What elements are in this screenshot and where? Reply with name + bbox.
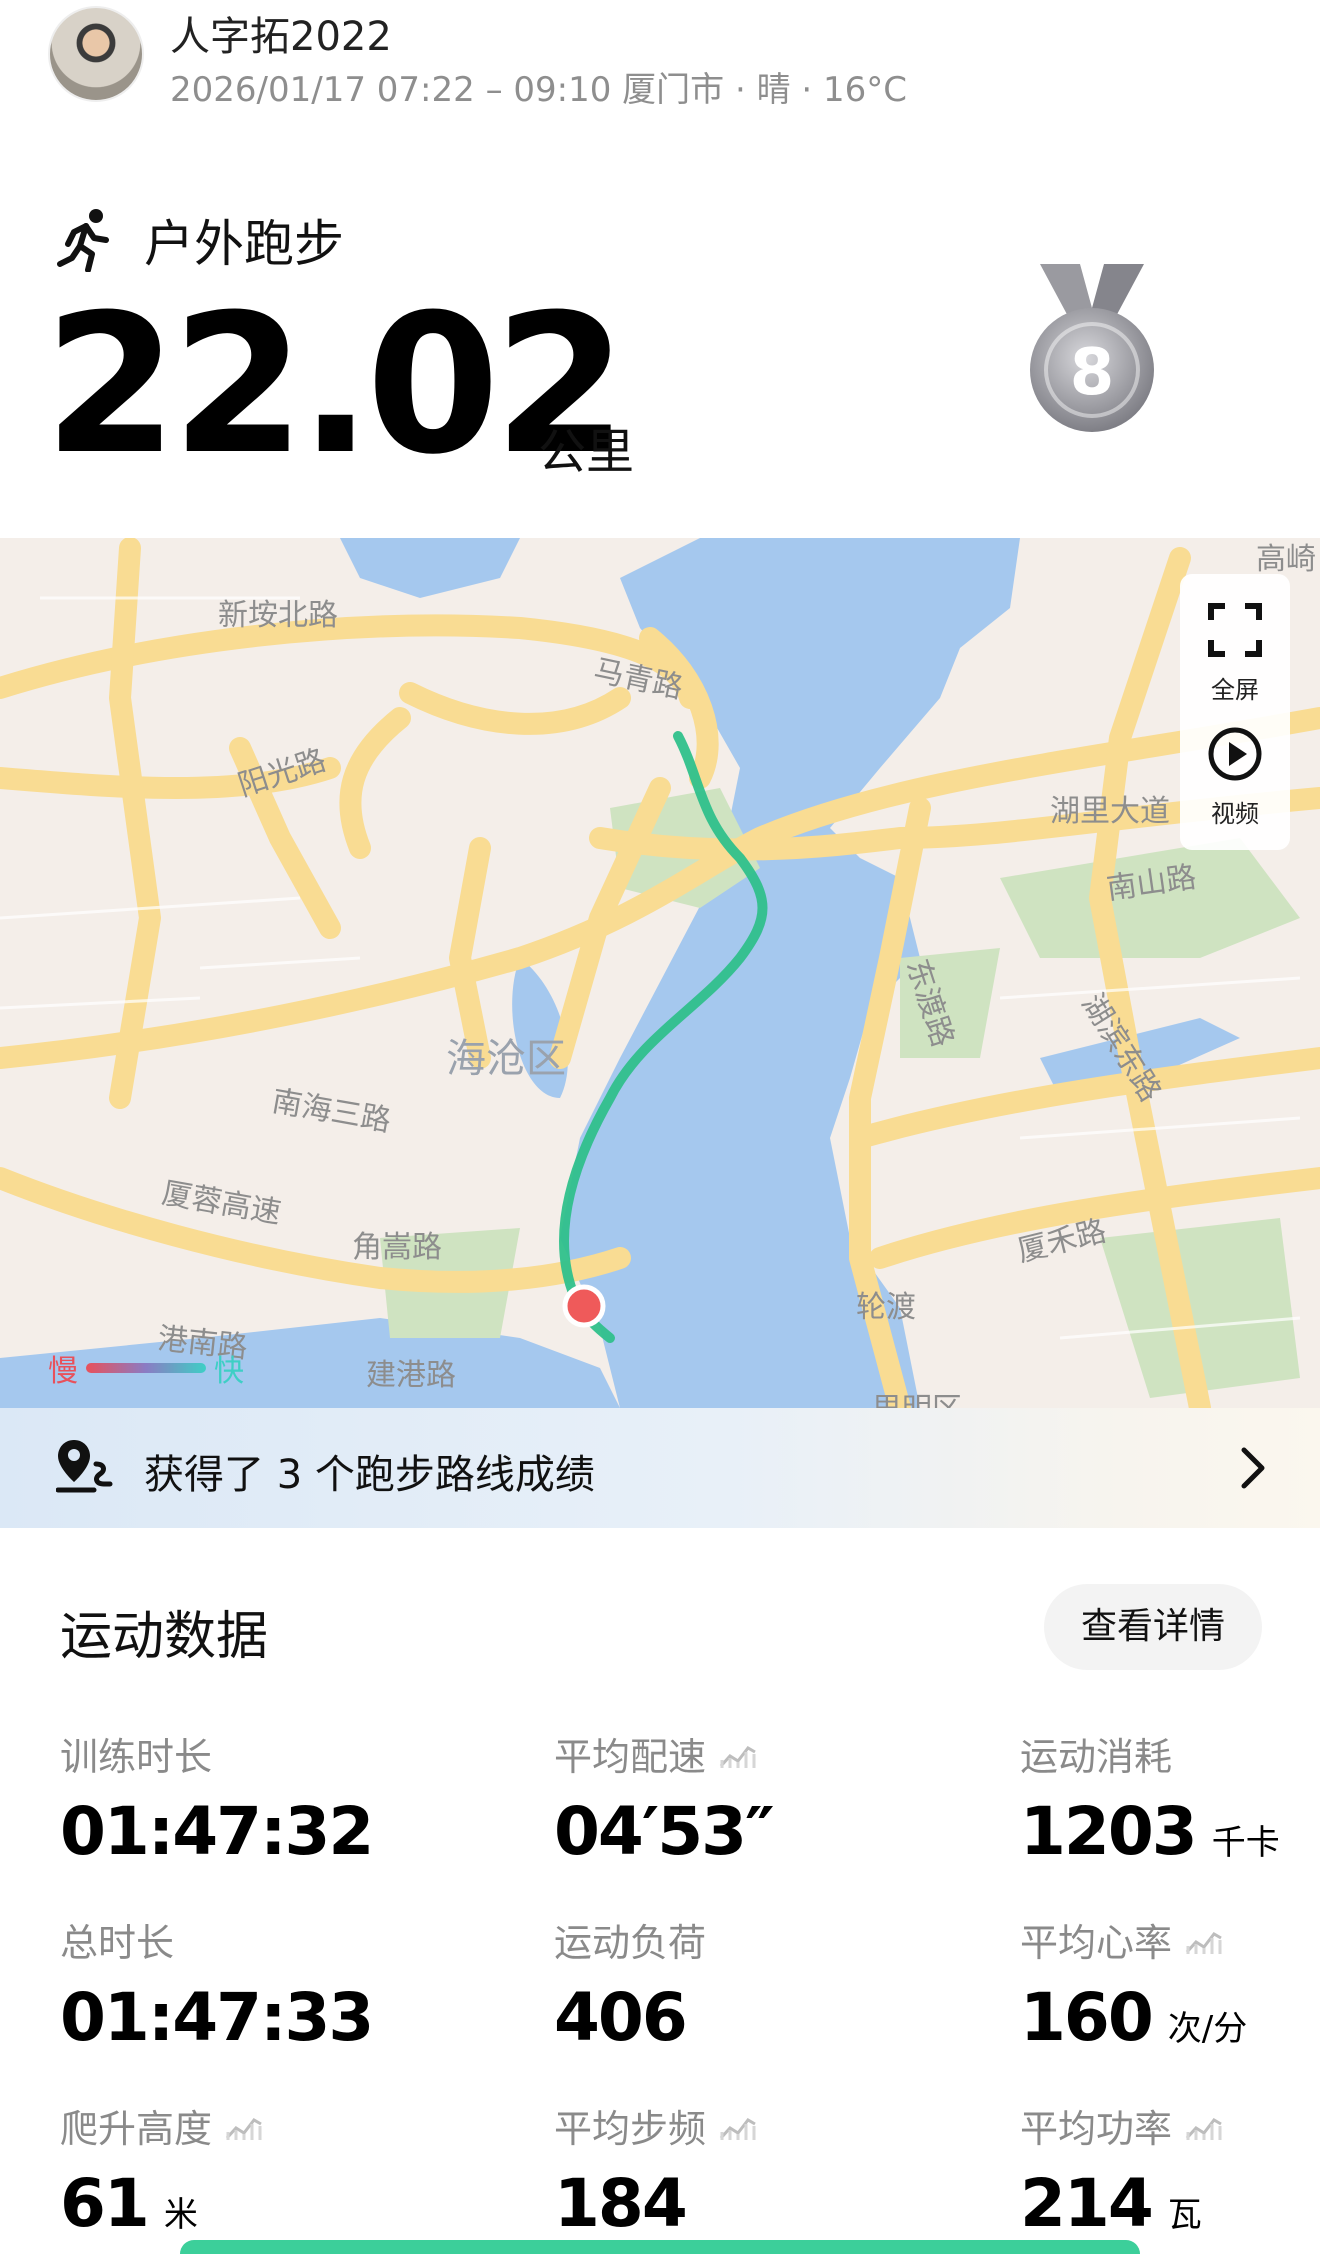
map-district-label: 海沧区 <box>446 1036 566 1082</box>
play-icon <box>1208 727 1262 781</box>
map-label: 湖里大道 <box>1050 794 1170 829</box>
fullscreen-label: 全屏 <box>1211 676 1259 704</box>
stat-value: 04′53″ <box>554 1793 775 1870</box>
map-label: 角嵩路 <box>352 1230 442 1265</box>
stat-value: 1203 千卡 <box>1020 1793 1280 1870</box>
avatar[interactable] <box>48 6 144 102</box>
trend-icon <box>719 1745 756 1768</box>
medal-number: 8 <box>1070 336 1115 410</box>
section-title: 运动数据 <box>60 1607 269 1667</box>
username: 人字拓2022 <box>170 14 392 60</box>
stat-label: 总时长 <box>60 1921 175 1965</box>
achievement-text: 获得了 3 个跑步路线成绩 <box>144 1452 595 1498</box>
stat-unit: 米 <box>163 2195 198 2235</box>
trend-icon <box>1185 2117 1222 2140</box>
activity-type: 户外跑步 <box>144 215 344 273</box>
legend-gradient <box>86 1363 206 1373</box>
activity-type-row: 户外跑步 <box>56 205 344 275</box>
stat-value: 214 瓦 <box>1020 2165 1202 2242</box>
route-pin-icon <box>56 1440 113 1493</box>
legend-slow: 慢 <box>48 1354 78 1389</box>
activity-meta: 2026/01/17 07:22 – 09:10 厦门市 · 晴 · 16°C <box>170 70 908 110</box>
stat-label: 平均配速 <box>554 1726 773 1781</box>
trend-icon <box>719 2117 756 2140</box>
stat-label: 爬升高度 <box>60 2098 264 2153</box>
stat-avg-pace[interactable]: 平均配速 04′53″ <box>554 1726 775 1870</box>
video-button[interactable]: 视频 <box>1180 704 1290 834</box>
stat-training-duration: 训练时长 01:47:32 <box>60 1726 374 1870</box>
trend-icon <box>225 2117 262 2140</box>
stat-unit: 千卡 <box>1211 1823 1280 1863</box>
header: 人字拓2022 2026/01/17 07:22 – 09:10 厦门市 · 晴… <box>0 0 1320 130</box>
stat-value: 01:47:32 <box>60 1793 374 1870</box>
route-map[interactable]: 新垵北路 马青路 阳光路 湖里大道 南山路 海沧区 南海三路 东渡路 湖滨东路 … <box>0 538 1320 1408</box>
map-label: 建港路 <box>366 1358 456 1393</box>
distance-unit: 公里 <box>538 424 635 480</box>
map-district-label: 思明区 <box>872 1384 962 1408</box>
view-details-button[interactable]: 查看详情 <box>1044 1584 1262 1670</box>
stat-label: 平均步频 <box>554 2098 758 2153</box>
map-label: 新垵北路 <box>218 598 338 633</box>
stat-label: 训练时长 <box>60 1735 213 1779</box>
map-controls: 全屏 视频 <box>1180 574 1290 850</box>
stat-label: 运动负荷 <box>554 1921 707 1965</box>
map-label: 高崎 <box>1256 542 1316 577</box>
legend-fast: 快 <box>214 1354 244 1389</box>
stat-calories: 运动消耗 1203 千卡 <box>1020 1726 1280 1870</box>
stat-value: 61 米 <box>60 2165 198 2242</box>
stat-label: 平均心率 <box>1020 1912 1247 1967</box>
chevron-right-icon <box>1241 1447 1265 1489</box>
medal-icon[interactable]: 8 <box>1022 258 1162 438</box>
stat-value: 160 次/分 <box>1020 1979 1248 2056</box>
fullscreen-icon <box>1208 603 1262 657</box>
bottom-action-bar[interactable] <box>180 2240 1140 2254</box>
stat-label: 平均功率 <box>1020 2098 1224 2153</box>
trend-icon <box>1185 1931 1222 1954</box>
pace-legend: 慢 快 <box>48 1346 244 1390</box>
stat-value: 184 <box>554 2165 688 2242</box>
stat-unit: 瓦 <box>1167 2195 1202 2235</box>
route-achievement-banner[interactable]: 获得了 3 个跑步路线成绩 <box>0 1408 1320 1528</box>
map-label: 轮渡 <box>856 1290 916 1325</box>
stat-unit: 次/分 <box>1167 2009 1248 2049</box>
stat-avg-cadence[interactable]: 平均步频 184 <box>554 2098 758 2242</box>
stat-label: 运动消耗 <box>1020 1735 1173 1779</box>
stat-total-duration: 总时长 01:47:33 <box>60 1912 374 2056</box>
stat-value: 01:47:33 <box>60 1979 374 2056</box>
distance-value: 22.02 <box>44 274 627 497</box>
video-label: 视频 <box>1211 800 1259 828</box>
stat-avg-heart-rate[interactable]: 平均心率 160 次/分 <box>1020 1912 1247 2056</box>
stat-elevation-gain[interactable]: 爬升高度 61 米 <box>60 2098 264 2242</box>
stat-value: 406 <box>554 1979 688 2056</box>
running-icon <box>57 209 109 272</box>
fullscreen-button[interactable]: 全屏 <box>1180 574 1290 704</box>
stat-avg-power[interactable]: 平均功率 214 瓦 <box>1020 2098 1224 2242</box>
stat-training-load: 运动负荷 406 <box>554 1912 706 2056</box>
